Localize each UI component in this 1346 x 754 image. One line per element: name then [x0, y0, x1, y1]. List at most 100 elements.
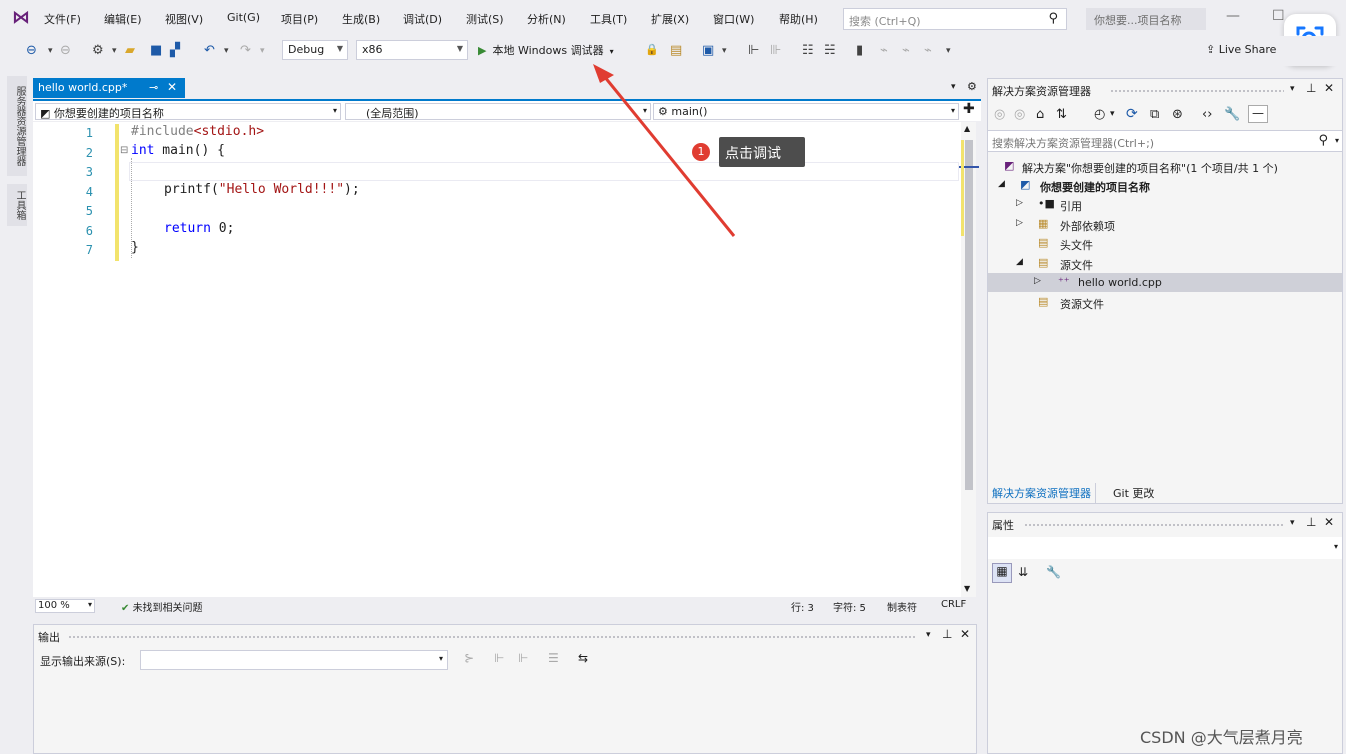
live-share-button[interactable]: ⇪ Live Share	[1206, 43, 1284, 56]
scroll-up-icon[interactable]: ▲	[964, 124, 970, 133]
solution-search-input[interactable]: 搜索解决方案资源管理器(Ctrl+;) ⚲ ▾	[988, 130, 1342, 152]
open-folder-icon[interactable]: ▰	[125, 43, 135, 58]
tabs-indicator[interactable]: 制表符	[887, 599, 917, 614]
tree-header-files[interactable]: ▤ 头文件	[988, 234, 1342, 253]
close-icon[interactable]: ✕	[960, 627, 970, 641]
pin-icon[interactable]: ⊸	[149, 81, 158, 94]
menu-test[interactable]: 测试(S)	[466, 11, 504, 27]
chevron-down-icon[interactable]: ▾	[926, 630, 931, 640]
toolbar-overflow-icon[interactable]: ▾	[946, 46, 951, 56]
chevron-down-icon[interactable]: ▾	[1110, 109, 1115, 119]
pin-icon[interactable]: ⊥	[1306, 81, 1316, 95]
bookmark-next-icon[interactable]: ⌁	[902, 43, 910, 58]
save-all-icon[interactable]: ▞	[170, 43, 180, 58]
switch-views-icon[interactable]: ⇅	[1056, 107, 1067, 122]
output-text-area[interactable]	[34, 673, 976, 753]
redo-dropdown-icon[interactable]: ▾	[260, 46, 265, 56]
uncomment-icon[interactable]: ☵	[824, 43, 836, 58]
word-wrap-icon[interactable]: ⇆	[578, 651, 588, 665]
screenshot-icon[interactable]: ▣	[702, 43, 714, 58]
forward-icon[interactable]: ◎	[1014, 107, 1025, 122]
issues-indicator[interactable]: ✔ 未找到相关问题	[121, 599, 203, 614]
close-icon[interactable]: ✕	[167, 80, 177, 94]
menu-project[interactable]: 项目(P)	[281, 11, 318, 27]
menu-analyze[interactable]: 分析(N)	[527, 11, 566, 27]
pin-icon[interactable]: ⊥	[942, 627, 952, 641]
bookmark-icon[interactable]: ▮	[856, 43, 863, 58]
properties-wrench-icon[interactable]: 🔧	[1224, 107, 1240, 122]
tree-references[interactable]: ▷ •■ 引用	[988, 195, 1342, 214]
tab-list-dropdown-icon[interactable]: ▾	[951, 82, 956, 92]
platform-select[interactable]: x86 ▼	[356, 40, 468, 60]
minimize-icon[interactable]: —	[1226, 8, 1240, 24]
menu-build[interactable]: 生成(B)	[342, 11, 380, 27]
menu-window[interactable]: 窗口(W)	[713, 11, 754, 27]
output-source-select[interactable]: ▾	[140, 650, 448, 670]
tab-hello-world[interactable]: hello world.cpp* ⊸ ✕	[33, 78, 185, 98]
pending-changes-icon[interactable]: ◴	[1094, 107, 1105, 122]
find-message-icon[interactable]: ⊱	[464, 651, 474, 665]
close-icon[interactable]: ✕	[1324, 515, 1334, 529]
new-dropdown-icon[interactable]: ▾	[112, 46, 117, 56]
tree-solution[interactable]: ◩ 解决方案"你想要创建的项目名称"(1 个项目/共 1 个)	[988, 157, 1342, 176]
maximize-icon[interactable]: ☐	[1272, 8, 1285, 24]
server-explorer-tab[interactable]: 服务器资源管理器	[7, 76, 27, 176]
preview-toggle-icon[interactable]: —	[1248, 105, 1268, 123]
panel-grip[interactable]	[1110, 89, 1284, 93]
align-center-icon[interactable]: ⊪	[770, 43, 781, 58]
toolbox-tab[interactable]: 工具箱	[7, 184, 27, 226]
menu-debug[interactable]: 调试(D)	[403, 11, 442, 27]
eol-indicator[interactable]: CRLF	[941, 599, 966, 610]
split-add-icon[interactable]: ✚	[963, 101, 975, 117]
menu-file[interactable]: 文件(F)	[44, 11, 81, 27]
align-left-icon[interactable]: ⊩	[748, 43, 759, 58]
chevron-down-icon[interactable]: ▾	[1290, 84, 1295, 94]
back-dropdown-icon[interactable]: ▾	[48, 46, 53, 56]
chevron-down-icon[interactable]: ▾	[1290, 518, 1295, 528]
redo-icon[interactable]: ↷	[240, 43, 251, 58]
menu-view[interactable]: 视图(V)	[165, 11, 203, 27]
gear-icon[interactable]: ⚙	[967, 80, 977, 93]
menu-help[interactable]: 帮助(H)	[779, 11, 818, 27]
close-icon[interactable]: ✕	[1324, 81, 1334, 95]
browse-icon[interactable]: ▤	[670, 43, 682, 58]
collapsed-icon[interactable]: ▷	[1016, 198, 1023, 208]
screenshot-dropdown-icon[interactable]: ▾	[722, 46, 727, 56]
comment-icon[interactable]: ☷	[802, 43, 814, 58]
save-icon[interactable]: ■	[150, 43, 162, 58]
panel-grip[interactable]	[1024, 523, 1284, 527]
new-project-icon[interactable]: ⚙	[92, 43, 104, 58]
back-icon[interactable]: ◎	[994, 107, 1005, 122]
expanded-icon[interactable]: ◢	[998, 179, 1005, 189]
expanded-icon[interactable]: ◢	[1016, 257, 1023, 267]
collapsed-icon[interactable]: ▷	[1016, 218, 1023, 228]
collapsed-icon[interactable]: ▷	[1034, 276, 1041, 286]
tree-project[interactable]: ◢ ◩ 你想要创建的项目名称	[988, 176, 1342, 195]
back-icon[interactable]: ⊖	[26, 43, 37, 58]
forward-icon[interactable]: ⊖	[60, 43, 71, 58]
tree-source-files[interactable]: ◢ ▤ 源文件	[988, 254, 1342, 273]
properties-object-select[interactable]: ▾	[988, 537, 1342, 559]
menu-extensions[interactable]: 扩展(X)	[651, 11, 689, 27]
tree-resource-files[interactable]: ▤ 资源文件	[988, 293, 1342, 312]
zoom-select[interactable]: 100 % ▾	[35, 599, 95, 613]
scroll-down-icon[interactable]: ▼	[964, 584, 970, 593]
home-icon[interactable]: ⌂	[1036, 107, 1044, 122]
scope-nav-select[interactable]: (全局范围) ▾	[345, 103, 651, 120]
categorized-icon[interactable]: ▦	[992, 563, 1012, 583]
property-pages-wrench-icon[interactable]: 🔧	[1046, 565, 1061, 579]
panel-grip[interactable]	[68, 635, 916, 639]
project-name-badge[interactable]: 你想要...项目名称	[1086, 8, 1206, 30]
view-code-icon[interactable]: ‹›	[1202, 107, 1212, 122]
undo-icon[interactable]: ↶	[204, 43, 215, 58]
pin-icon[interactable]: ⊥	[1306, 515, 1316, 529]
collapse-icon[interactable]: ⊟	[120, 145, 128, 156]
member-nav-select[interactable]: ⚙ main() ▾	[653, 103, 959, 120]
scrollbar-thumb[interactable]	[965, 140, 973, 490]
start-debugging-button[interactable]: ▶ 本地 Windows 调试器 ▾	[478, 42, 614, 58]
prev-message-icon[interactable]: ⊩	[494, 651, 504, 665]
refresh-icon[interactable]: ⟳	[1126, 106, 1138, 122]
project-nav-select[interactable]: ◩ 你想要创建的项目名称 ▾	[35, 103, 341, 120]
global-search-input[interactable]: 搜索 (Ctrl+Q) ⚲	[843, 8, 1067, 30]
char-indicator[interactable]: 字符: 5	[833, 599, 866, 614]
